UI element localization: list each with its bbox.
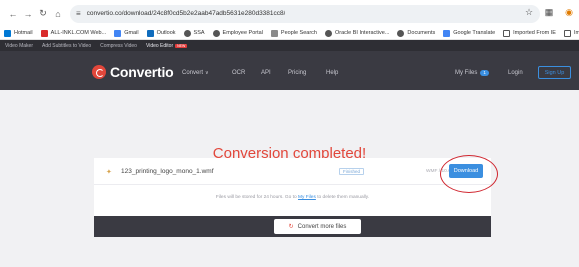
promo-video-editor[interactable]: Video Editor NEW — [145, 42, 188, 49]
file-icon: ✦ — [106, 169, 112, 176]
note-prefix: Files will be stored for 24 hours. Go to — [215, 195, 297, 200]
address-bar[interactable]: ≡ convertio.co/download/24c8f0cd5b2e2aab… — [70, 4, 540, 23]
globe-icon — [325, 29, 332, 37]
globe-icon — [183, 29, 191, 37]
chevron-down-icon: ∨ — [205, 70, 209, 76]
orange-extension-icon[interactable]: ◉ — [563, 6, 575, 18]
convert-more-files-button[interactable]: ↻ Convert more files — [274, 219, 361, 234]
new-badge: NEW — [175, 43, 188, 48]
download-button[interactable]: Download — [449, 164, 483, 178]
file-row: ✦ 123_printing_logo_mono_1.wmf Finished … — [94, 158, 491, 185]
convert-more-label: Convert more files — [297, 223, 347, 230]
extension-icon[interactable]: ▦ — [543, 6, 555, 18]
promo-video-editor-label: Video Editor — [145, 42, 174, 49]
my-files-link[interactable]: My Files — [298, 195, 316, 200]
files-count-badge: 1 — [480, 70, 489, 76]
hotmail-icon — [4, 29, 11, 37]
browser-toolbar: ← → ↻ ⌂ ≡ convertio.co/download/24c8f0cd… — [0, 0, 579, 27]
main-nav: Convertio Convert ∨ OCR API Pricing Help … — [0, 51, 579, 90]
bookmark-employee-portal[interactable]: Employee Portal — [212, 29, 263, 37]
nav-api[interactable]: API — [261, 70, 271, 76]
promo-add-subtitles[interactable]: Add Subtitles to Video — [42, 43, 91, 49]
nav-ocr[interactable]: OCR — [232, 70, 245, 76]
translate-icon — [443, 29, 451, 37]
bookmarks-bar: Hotmail ALL-INKL.COM Web... Gmail Outloo… — [0, 27, 579, 40]
all-inkl-icon — [40, 29, 48, 37]
login-link[interactable]: Login — [508, 70, 523, 76]
nav-help[interactable]: Help — [326, 70, 338, 76]
signup-button[interactable]: Sign Up — [538, 66, 571, 79]
gmail-icon — [114, 29, 122, 37]
globe-icon — [397, 29, 405, 37]
bookmark-oracle-bi[interactable]: Oracle BI Interactive... — [325, 29, 389, 37]
bookmark-hotmail[interactable]: Hotmail — [4, 29, 33, 37]
promo-compress-video[interactable]: Compress Video — [100, 43, 137, 49]
bookmark-people-search[interactable]: People Search — [270, 29, 317, 37]
promo-video-maker[interactable]: Video Maker — [5, 43, 33, 49]
nav-pricing[interactable]: Pricing — [288, 70, 306, 76]
globe-icon — [212, 29, 220, 37]
site-info-icon[interactable]: ≡ — [76, 9, 81, 18]
my-files-label: My Files — [455, 70, 478, 76]
storage-note: Files will be stored for 24 hours. Go to… — [94, 195, 491, 200]
nav-convert-label: Convert — [182, 70, 204, 76]
bookmark-all-inkl[interactable]: ALL-INKL.COM Web... — [40, 29, 106, 37]
home-icon[interactable]: ⌂ — [52, 8, 64, 20]
convertio-logo-icon — [92, 65, 106, 79]
bookmark-imported-from-ie[interactable]: Imported From IE — [503, 29, 556, 37]
brand-logo[interactable]: Convertio — [92, 64, 174, 80]
brand-name: Convertio — [110, 64, 174, 80]
bookmark-gmail[interactable]: Gmail — [114, 29, 139, 37]
nav-convert[interactable]: Convert ∨ — [182, 70, 209, 76]
people-search-icon — [270, 29, 278, 37]
bookmark-documents[interactable]: Documents — [397, 29, 435, 37]
convert-more-bar: ↻ Convert more files — [94, 216, 491, 237]
star-icon[interactable]: ☆ — [523, 6, 535, 18]
outlook-icon — [146, 29, 154, 37]
folder-icon — [503, 29, 511, 37]
promo-strip: Video Maker Add Subtitles to Video Compr… — [0, 40, 579, 51]
bookmark-google-translate[interactable]: Google Translate — [443, 29, 495, 37]
folder-icon — [563, 29, 571, 37]
bookmark-folder-im[interactable]: Im — [563, 29, 579, 37]
forward-arrow-icon[interactable]: → — [22, 8, 34, 20]
address-url[interactable]: convertio.co/download/24c8f0cd5b2e2aab47… — [87, 10, 286, 17]
nav-my-files[interactable]: My Files 1 — [455, 70, 489, 76]
status-badge: Finished — [339, 168, 365, 175]
file-name: 123_printing_logo_mono_1.wmf — [121, 168, 214, 175]
back-arrow-icon[interactable]: ← — [7, 8, 19, 20]
bookmark-outlook[interactable]: Outlook — [146, 29, 176, 37]
bookmark-ssa[interactable]: SSA — [183, 29, 205, 37]
note-suffix: to delete them manually. — [317, 195, 370, 200]
reload-icon[interactable]: ↻ — [37, 8, 49, 20]
refresh-icon: ↻ — [288, 224, 294, 230]
